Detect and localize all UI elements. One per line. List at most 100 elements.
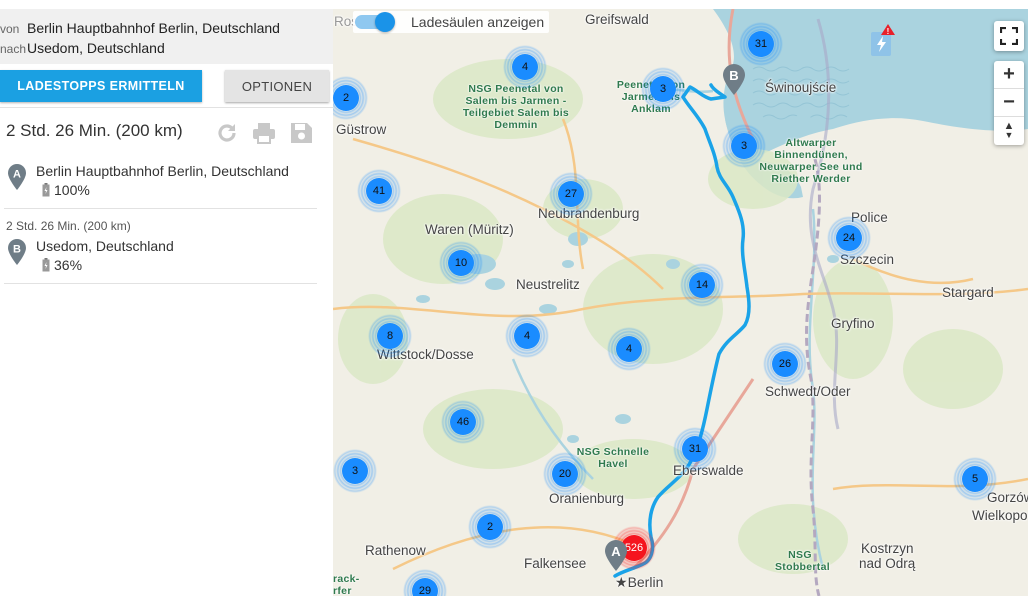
cluster-marker[interactable]: 4 — [607, 327, 651, 371]
cluster-count: 46 — [450, 409, 476, 435]
divider — [0, 107, 333, 108]
cluster-marker[interactable]: 31 — [673, 427, 717, 471]
battery-icon — [42, 183, 50, 197]
place-label: Gorzów — [987, 490, 1028, 505]
compass-button[interactable]: ▲ ▼ — [994, 117, 1024, 145]
place-label: Greifswald — [585, 12, 649, 27]
cluster-count: 3 — [342, 458, 368, 484]
place-label: Rathenow — [365, 543, 426, 558]
refresh-icon[interactable] — [215, 121, 241, 145]
cluster-marker[interactable]: 24 — [827, 216, 871, 260]
zoom-in-button[interactable]: + — [994, 61, 1024, 89]
marker-b-icon: B — [7, 238, 27, 265]
cluster-marker[interactable]: 5 — [953, 457, 997, 501]
from-value[interactable]: Berlin Hauptbahnhof Berlin, Deutschland — [27, 20, 280, 36]
cluster-count: 27 — [558, 181, 584, 207]
cluster-marker[interactable]: 8 — [368, 314, 412, 358]
place-label: Świnoujście — [765, 80, 837, 95]
cluster-count: 29 — [412, 578, 438, 596]
cluster-marker[interactable]: 26 — [763, 342, 807, 386]
place-label: Falkensee — [524, 556, 587, 571]
cluster-count: 4 — [514, 323, 540, 349]
cluster-marker[interactable]: 41 — [357, 169, 401, 213]
place-label: Gryfino — [831, 316, 875, 331]
map-marker-b-icon[interactable]: B — [722, 64, 746, 101]
cluster-marker[interactable]: 27 — [549, 172, 593, 216]
route-panel: von Berlin Hauptbahnhof Berlin, Deutschl… — [0, 0, 333, 596]
cluster-count: 2 — [333, 85, 359, 111]
battery-level: 36% — [54, 257, 83, 273]
cluster-count: 2 — [477, 514, 503, 540]
nsg-label: NSG Stobbertal — [775, 549, 830, 573]
stop-b-battery: 36% — [42, 257, 82, 273]
cluster-marker[interactable]: 20 — [543, 452, 587, 496]
fullscreen-icon — [1000, 27, 1018, 45]
cluster-count: 4 — [512, 54, 538, 80]
cluster-marker[interactable]: 3 — [641, 67, 685, 111]
cluster-count: 41 — [366, 178, 392, 204]
cluster-marker[interactable]: 14 — [680, 263, 724, 307]
zoom-control: + − ▲ ▼ — [994, 61, 1024, 145]
cluster-count: 3 — [650, 76, 676, 102]
cluster-marker[interactable]: 2 — [468, 505, 512, 549]
divider — [4, 283, 317, 284]
marker-a-icon: A — [7, 163, 27, 190]
cluster-marker[interactable]: 31 — [739, 22, 783, 66]
charging-warning-icon[interactable]: ! — [869, 24, 895, 63]
divider — [4, 208, 317, 209]
stop-a-battery: 100% — [42, 182, 90, 198]
stop-a-name: Berlin Hauptbahnhof Berlin, Deutschland — [36, 163, 289, 179]
svg-text:B: B — [729, 68, 738, 83]
toggle-label: Ladesäulen anzeigen — [411, 14, 545, 30]
cluster-count: 20 — [552, 461, 578, 487]
route-header: von Berlin Hauptbahnhof Berlin, Deutschl… — [0, 9, 333, 64]
route-from[interactable]: von Berlin Hauptbahnhof Berlin, Deutschl… — [0, 20, 280, 36]
route-summary: 2 Std. 26 Min. (200 km) — [6, 121, 183, 140]
to-label: nach — [0, 42, 27, 56]
optionen-button[interactable]: OPTIONEN — [225, 70, 329, 102]
cluster-marker[interactable]: 4 — [505, 314, 549, 358]
cluster-count: 31 — [682, 436, 708, 462]
battery-level: 100% — [54, 182, 90, 198]
place-label: Neubrandenburg — [538, 206, 640, 221]
from-label: von — [0, 22, 20, 36]
nsg-label: Altwarper Binnendünen, Neuwarper See und… — [759, 137, 863, 185]
map[interactable]: Greifswald Świnoujście Güstrow Neubrande… — [333, 9, 1028, 596]
fullscreen-button[interactable] — [994, 21, 1024, 51]
cluster-marker[interactable]: 3 — [333, 449, 377, 493]
charging-toggle[interactable]: Ladesäulen anzeigen — [353, 11, 549, 33]
svg-text:B: B — [13, 244, 21, 256]
svg-text:!: ! — [887, 27, 890, 36]
cluster-marker[interactable]: 10 — [439, 241, 483, 285]
route-to[interactable]: nach Usedom, Deutschland — [0, 40, 165, 56]
svg-text:A: A — [13, 169, 21, 181]
cluster-marker[interactable]: 4 — [503, 45, 547, 89]
place-label: nad Odrą — [859, 556, 916, 571]
cluster-marker[interactable]: 3 — [722, 124, 766, 168]
place-label: Güstrow — [336, 122, 387, 137]
place-label: Kostrzyn — [861, 541, 914, 556]
cluster-count: 31 — [748, 31, 774, 57]
to-value[interactable]: Usedom, Deutschland — [27, 40, 165, 56]
cluster-count: 5 — [962, 466, 988, 492]
place-label: Schwedt/Oder — [765, 384, 851, 399]
cluster-count: 14 — [689, 272, 715, 298]
print-icon[interactable] — [251, 121, 277, 145]
save-icon[interactable] — [288, 121, 314, 145]
cluster-count: 4 — [616, 336, 642, 362]
zoom-out-button[interactable]: − — [994, 89, 1024, 117]
stop-b-name: Usedom, Deutschland — [36, 238, 174, 254]
place-label: Wielkopo — [972, 508, 1028, 523]
nsg-label: rack-rfer — [333, 573, 360, 596]
place-label: Neustrelitz — [516, 277, 580, 292]
toggle-switch[interactable] — [355, 12, 395, 32]
compass-south-icon: ▼ — [1004, 130, 1014, 140]
berlin-label: Berlin — [627, 574, 664, 590]
place-label: Stargard — [942, 285, 994, 300]
ladestopps-button[interactable]: LADESTOPPS ERMITTELN — [0, 70, 202, 102]
cluster-marker[interactable]: 46 — [441, 400, 485, 444]
cluster-count: 24 — [836, 225, 862, 251]
cluster-count: 8 — [377, 323, 403, 349]
leg-info: 2 Std. 26 Min. (200 km) — [6, 219, 131, 233]
map-marker-a-icon[interactable]: A — [604, 540, 628, 577]
